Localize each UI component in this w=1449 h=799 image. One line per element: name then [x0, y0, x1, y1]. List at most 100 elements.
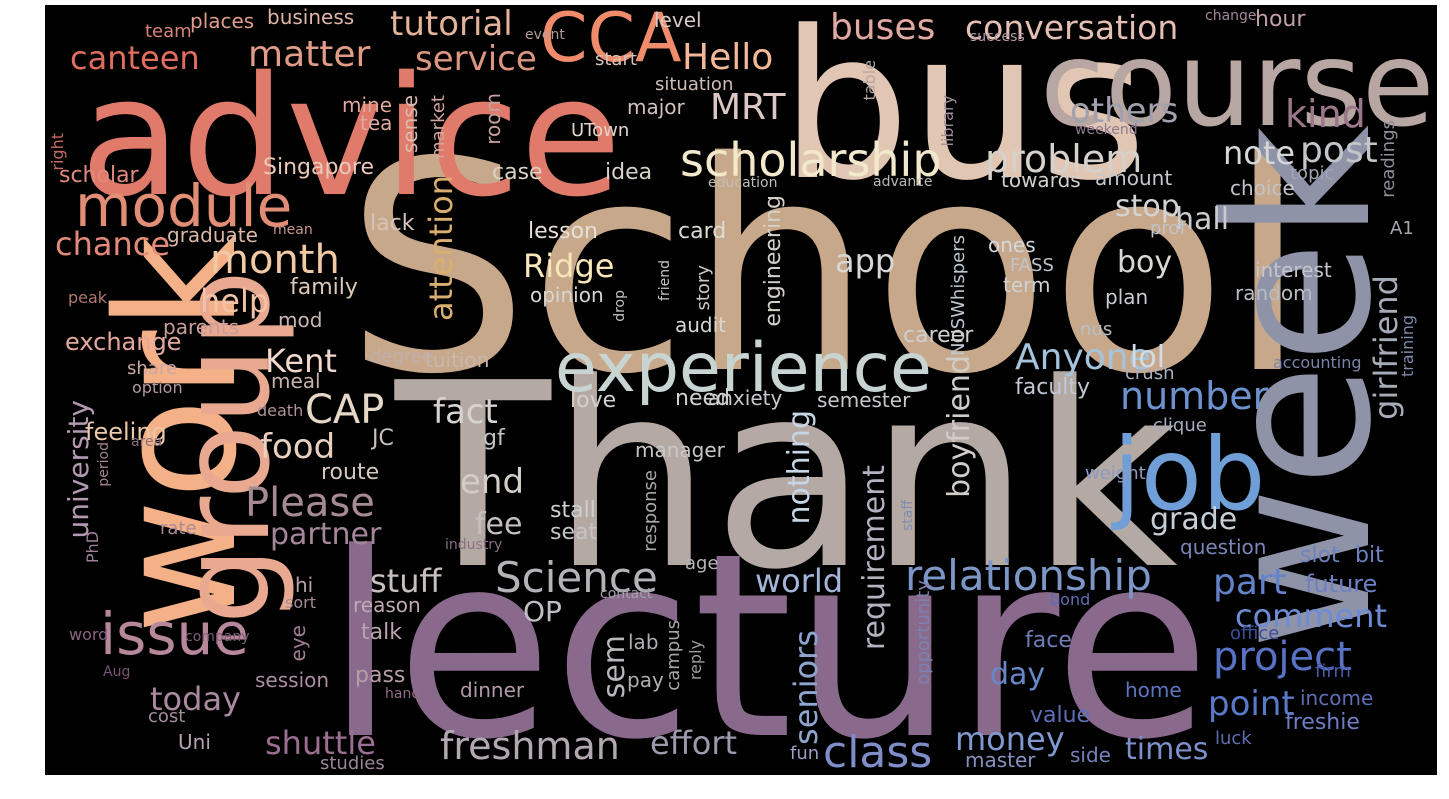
cloud-word: requirement [857, 465, 892, 651]
cloud-word: accounting [1273, 353, 1362, 372]
cloud-word: mine [342, 93, 393, 117]
cloud-word: contact [600, 586, 653, 602]
cloud-word: event [525, 27, 565, 43]
cloud-word: canteen [70, 39, 200, 77]
cloud-word: change [1205, 8, 1257, 24]
cloud-word: love [570, 388, 617, 413]
cloud-word: weight [1085, 463, 1146, 484]
cloud-word: case [492, 160, 543, 185]
cloud-word: cost [148, 706, 186, 727]
cloud-word: mean [273, 222, 313, 238]
cloud-word: ones [988, 233, 1036, 257]
cloud-word: term [1003, 273, 1051, 297]
cloud-word: Aug [103, 664, 131, 680]
cloud-word: stall [550, 498, 596, 523]
cloud-word: library [938, 95, 957, 147]
cloud-word: manager [635, 438, 725, 462]
cloud-word: income [1300, 686, 1374, 710]
cloud-word: CAP [305, 387, 385, 433]
cloud-word: grade [1150, 502, 1238, 537]
cloud-word: clique [1153, 415, 1207, 436]
cloud-word: bit [1355, 543, 1384, 568]
cloud-word: rate [160, 518, 197, 539]
cloud-word: pay [627, 668, 664, 692]
cloud-word: office [1230, 623, 1280, 644]
cloud-word: story [693, 265, 714, 311]
cloud-word: end [460, 462, 525, 502]
cloud-word: meal [271, 369, 321, 393]
cloud-word: face [1025, 628, 1072, 653]
cloud-word: firm [1315, 661, 1351, 682]
cloud-word: Hello [682, 37, 774, 78]
cloud-word: area [131, 434, 163, 450]
cloud-word: parents [163, 315, 239, 339]
cloud-word: graduate [167, 223, 258, 247]
cloud-word: idea [605, 160, 653, 185]
cloud-word: opportunity [913, 580, 934, 685]
cloud-word: choice [1230, 176, 1295, 200]
cloud-word: audit [675, 313, 727, 337]
cloud-word: situation [655, 74, 734, 95]
cloud-word: eye [286, 625, 310, 662]
cloud-word: sense [398, 95, 422, 154]
cloud-word: market [428, 95, 449, 159]
cloud-word: start [595, 49, 637, 70]
cloud-word: table [860, 60, 879, 101]
cloud-word: success [970, 29, 1025, 45]
cloud-word: degree [370, 346, 434, 367]
cloud-word: value [1030, 703, 1091, 728]
cloud-word: sort [285, 593, 316, 612]
cloud-word: towards [1001, 168, 1081, 192]
cloud-word: peak [68, 288, 108, 307]
cloud-word: relationship [905, 551, 1152, 600]
cloud-word: gf [483, 426, 505, 451]
cloud-word: PhD [83, 531, 102, 564]
cloud-word: effort [650, 724, 738, 762]
cloud-word: readings [1378, 120, 1399, 198]
cloud-word: OP [523, 595, 562, 628]
cloud-word: friend [657, 260, 673, 301]
cloud-word: share [127, 358, 177, 379]
cloud-word: pass [355, 663, 406, 688]
cloud-word: advance [873, 174, 933, 190]
cloud-word: lab [628, 630, 659, 654]
cloud-word: anxiety [708, 386, 783, 410]
cloud-word: lack [370, 211, 415, 236]
cloud-word: home [1125, 678, 1182, 702]
cloud-word: seat [550, 520, 598, 545]
cloud-word: staff [900, 500, 916, 532]
cloud-word: reply [686, 640, 705, 681]
cloud-word: team [145, 21, 192, 42]
cloud-word: times [1125, 732, 1209, 767]
cloud-word: boyfriend [942, 355, 977, 498]
cloud-word: luck [1215, 728, 1252, 749]
cloud-word: prof [1150, 218, 1186, 239]
cloud-word: freshie [1285, 710, 1360, 735]
cloud-word: industry [445, 537, 503, 553]
cloud-word: card [678, 219, 727, 244]
cloud-word: tuition [425, 348, 490, 372]
cloud-word: fun [790, 743, 820, 764]
cloud-word: family [290, 275, 358, 300]
cloud-word: room [481, 93, 505, 145]
cloud-word: dinner [460, 678, 525, 702]
cloud-word: hour [1255, 7, 1306, 32]
cloud-word: slot [1300, 543, 1340, 568]
cloud-word: semester [817, 388, 911, 412]
cloud-word: MRT [710, 87, 786, 128]
cloud-word: session [255, 668, 330, 692]
cloud-word: weekend [1075, 122, 1138, 138]
cloud-word: A1 [1390, 218, 1414, 239]
cloud-word: service [415, 39, 537, 79]
cloud-word: hand [385, 686, 421, 702]
cloud-word: training [1398, 315, 1417, 377]
cloud-word: level [654, 8, 702, 32]
cloud-word: nus [1080, 319, 1113, 340]
cloud-word: future [1305, 570, 1378, 598]
cloud-word: Singapore [263, 155, 374, 180]
cloud-word: response [640, 470, 661, 552]
cloud-word: fee [475, 507, 523, 542]
cloud-word: career [903, 323, 974, 348]
cloud-word: mod [278, 308, 323, 332]
cloud-word: scholar [59, 163, 139, 188]
